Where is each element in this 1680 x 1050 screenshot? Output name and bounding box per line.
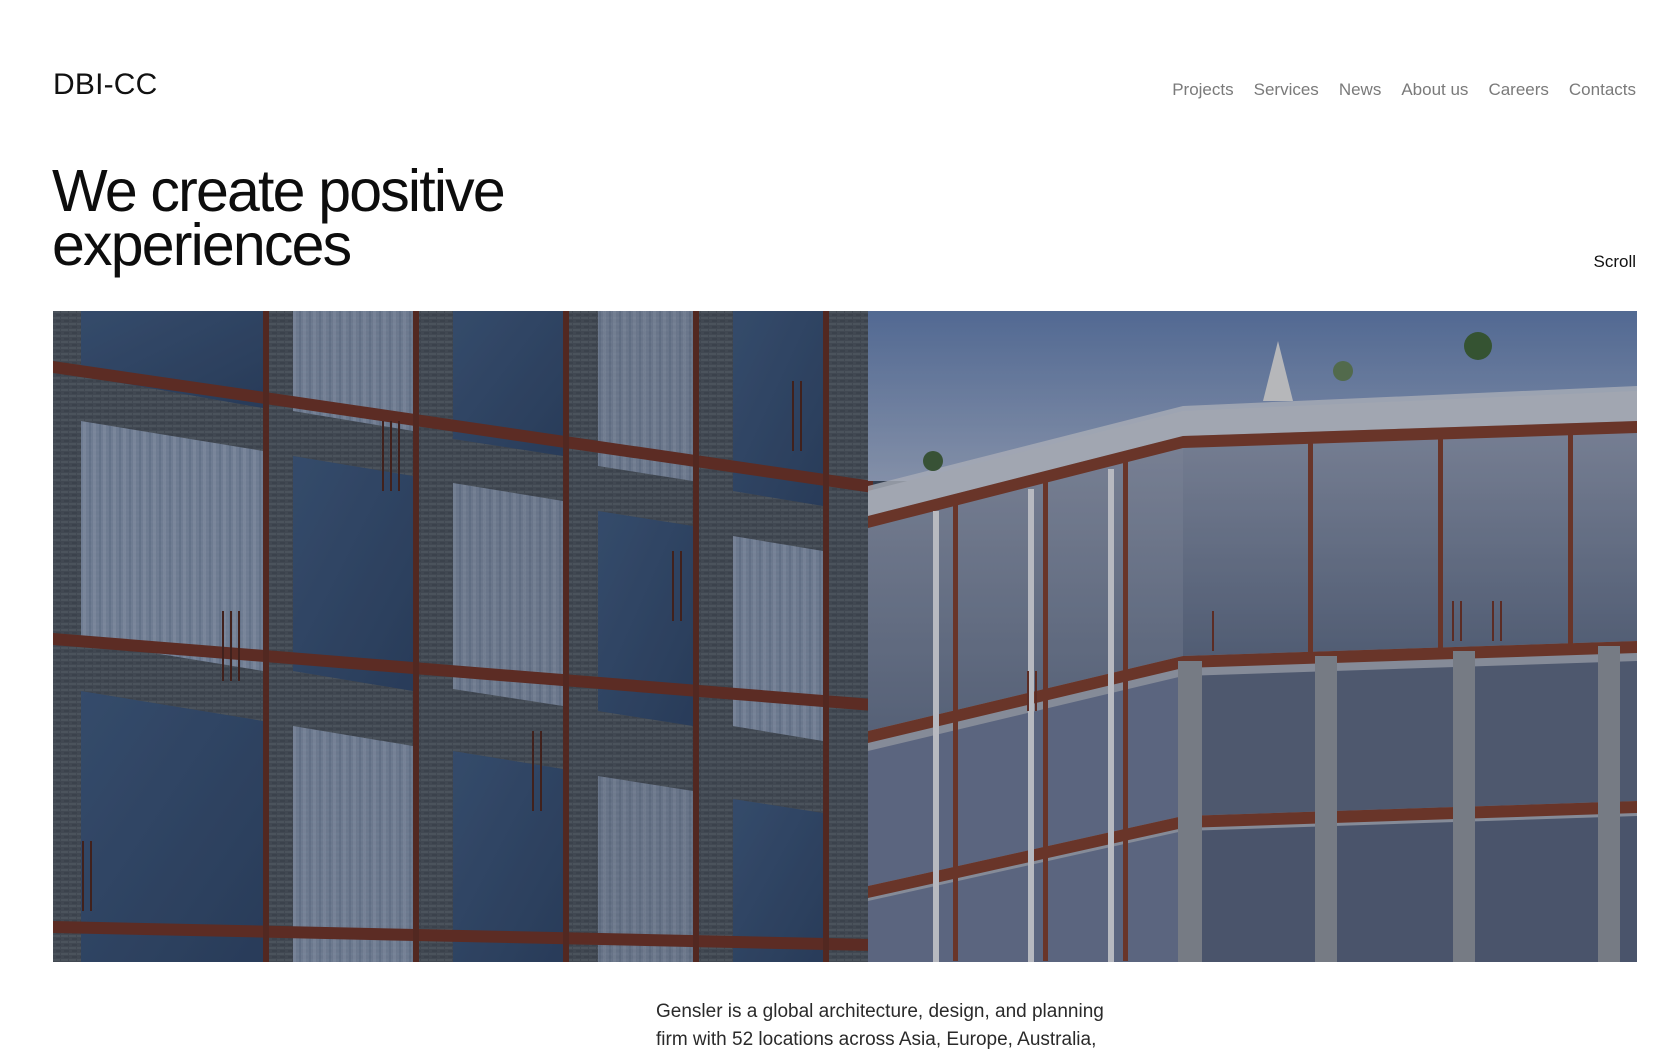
nav-news[interactable]: News: [1339, 80, 1382, 100]
hero-image: [53, 311, 1637, 962]
nav-careers[interactable]: Careers: [1488, 80, 1548, 100]
building-facade-illustration: [53, 311, 1637, 962]
site-logo[interactable]: DBI-CC: [53, 68, 158, 102]
nav-projects[interactable]: Projects: [1172, 80, 1233, 100]
nav-about-us[interactable]: About us: [1401, 80, 1468, 100]
main-nav: Projects Services News About us Careers …: [1172, 80, 1636, 100]
nav-services[interactable]: Services: [1254, 80, 1319, 100]
intro-paragraph: Gensler is a global architecture, design…: [656, 1001, 1104, 1050]
hero-headline: We create positive experiences: [52, 162, 506, 275]
nav-contacts[interactable]: Contacts: [1569, 80, 1636, 100]
headline-line-2: experiences: [52, 212, 352, 278]
scroll-link[interactable]: Scroll: [1593, 252, 1636, 272]
